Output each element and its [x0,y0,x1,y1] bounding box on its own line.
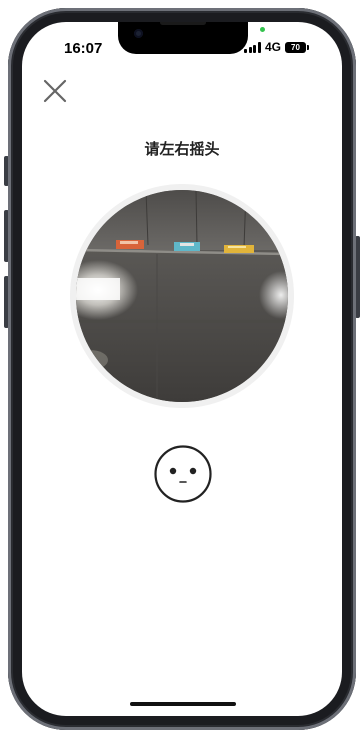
instruction-text: 请左右摇头 [144,141,220,158]
cellular-signal-icon [244,41,261,53]
camera-preview-ring [70,184,294,408]
network-type: 4G [264,40,281,54]
front-camera-icon [134,29,143,38]
close-icon [43,79,67,103]
device: 16:07 4G 70 请左右摇头 [0,0,362,736]
status-time: 16:07 [64,40,103,57]
battery-icon: 70 [285,41,309,53]
face-icon [154,445,212,503]
face-guide-button[interactable] [153,444,213,504]
camera-feed-image [76,190,288,402]
screen: 16:07 4G 70 请左右摇头 [22,22,342,716]
notch [118,22,248,54]
close-button[interactable] [42,78,68,104]
home-indicator[interactable] [130,702,236,706]
battery-level: 70 [291,42,300,52]
status-indicators: 4G 70 [244,40,309,54]
earpiece-speaker [160,22,206,25]
camera-preview [76,190,288,402]
mic-in-use-indicator [260,27,265,32]
